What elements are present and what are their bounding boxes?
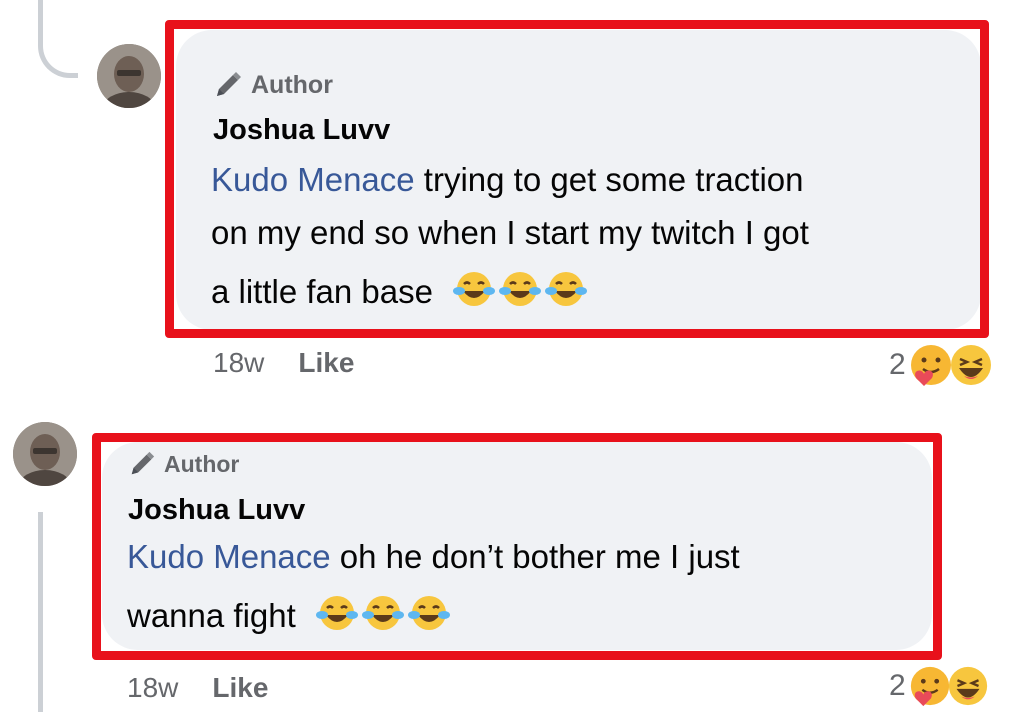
author-badge: Author: [213, 70, 333, 100]
comment-line-text: trying to get some traction: [414, 161, 804, 198]
tears-of-joy-emoji: [315, 593, 359, 633]
comment-meta: 18w Like: [213, 347, 354, 379]
pen-icon: [213, 70, 243, 100]
thread-line: [38, 512, 43, 712]
comment-text: Kudo Menace oh he don’t bother me I just…: [127, 540, 740, 633]
reaction-count: 2: [889, 669, 906, 702]
reaction-count: 2: [889, 348, 906, 381]
author-badge: Author: [128, 450, 239, 478]
comment-line: on my end so when I start my twitch I go…: [211, 214, 809, 251]
reaction-summary[interactable]: 2: [889, 342, 994, 388]
avatar-photo: [97, 44, 161, 108]
comment-line-text: wanna fight: [127, 597, 296, 634]
haha-reaction-icon: [948, 342, 994, 388]
comment-line-text: a little fan base: [211, 273, 433, 310]
comment-timestamp[interactable]: 18w: [213, 347, 264, 379]
comment-line: Kudo Menace oh he don’t bother me I just: [127, 540, 740, 593]
thread-connector: [38, 0, 78, 78]
mention-link[interactable]: Kudo Menace: [211, 161, 415, 198]
pen-icon: [128, 450, 156, 478]
avatar-photo: [13, 422, 77, 486]
commenter-name[interactable]: Joshua Luvv: [213, 114, 390, 147]
tears-of-joy-emoji: [361, 593, 405, 633]
comment-line: Kudo Menace trying to get some traction: [211, 163, 809, 216]
comment-line: wanna fight: [127, 593, 740, 633]
tears-of-joy-emoji: [407, 593, 451, 633]
avatar[interactable]: [97, 44, 161, 108]
like-button[interactable]: Like: [212, 672, 268, 704]
haha-reaction-icon: [946, 664, 990, 708]
reaction-summary[interactable]: 2: [889, 664, 990, 708]
author-badge-label: Author: [164, 450, 240, 477]
commenter-name[interactable]: Joshua Luvv: [128, 494, 305, 527]
like-button[interactable]: Like: [298, 347, 354, 379]
tears-of-joy-emoji: [498, 269, 542, 309]
author-badge-label: Author: [251, 70, 333, 99]
tears-of-joy-emoji: [544, 269, 588, 309]
tears-of-joy-emoji: [452, 269, 496, 309]
comment-line: a little fan base: [211, 269, 809, 309]
avatar[interactable]: [13, 422, 77, 486]
comment-meta: 18w Like: [127, 672, 268, 704]
mention-link[interactable]: Kudo Menace: [127, 538, 331, 575]
comment-timestamp[interactable]: 18w: [127, 672, 178, 704]
comment-text: Kudo Menace trying to get some traction …: [211, 163, 809, 309]
comment-line-text: oh he don’t bother me I just: [330, 538, 740, 575]
